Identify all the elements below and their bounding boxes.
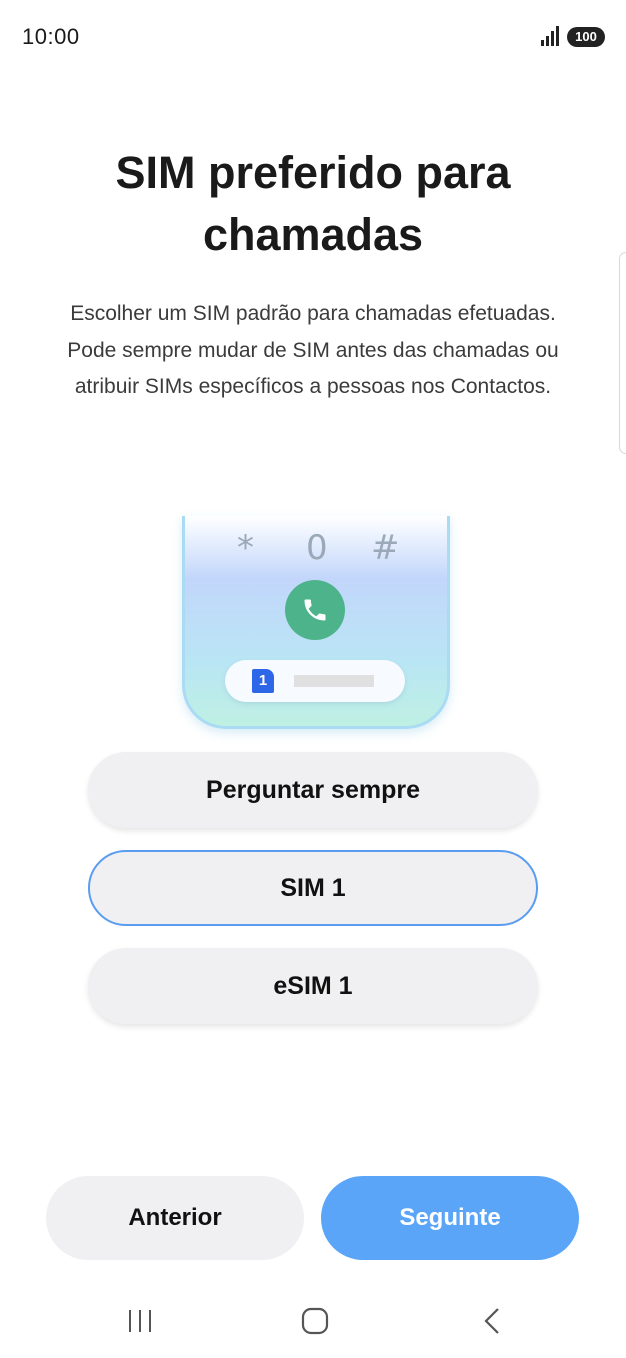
- recents-icon[interactable]: [126, 1306, 156, 1341]
- page-description: Escolher um SIM padrão para chamadas efe…: [67, 302, 559, 398]
- option-esim-1[interactable]: eSIM 1: [88, 948, 538, 1024]
- phone-call-icon: [285, 580, 345, 640]
- signal-icon: [540, 26, 562, 46]
- page-title: SIM preferido para chamadas: [115, 147, 511, 260]
- scroll-indicator[interactable]: [619, 252, 626, 454]
- keypad-key-star: *: [237, 528, 254, 568]
- system-navigation-bar: [0, 1290, 626, 1358]
- sim-illustration: * 0 # 1: [178, 516, 450, 730]
- sim-pill: 1: [225, 660, 405, 702]
- next-button[interactable]: Seguinte: [321, 1176, 579, 1260]
- back-button[interactable]: Anterior: [46, 1176, 304, 1260]
- keypad-key-hash: #: [371, 528, 400, 568]
- battery-icon: 100: [567, 27, 605, 47]
- status-time: 10:00: [22, 24, 80, 49]
- option-always-ask[interactable]: Perguntar sempre: [88, 752, 538, 828]
- keypad-key-zero: 0: [306, 528, 328, 568]
- option-sim-1[interactable]: SIM 1: [88, 850, 538, 926]
- phone-frame: * 0 # 1: [182, 516, 450, 729]
- home-icon[interactable]: [300, 1306, 330, 1341]
- sim-card-icon: 1: [252, 669, 274, 693]
- sim-name-placeholder: [294, 675, 374, 687]
- status-bar: 10:00 100: [0, 0, 626, 76]
- back-icon[interactable]: [478, 1306, 508, 1341]
